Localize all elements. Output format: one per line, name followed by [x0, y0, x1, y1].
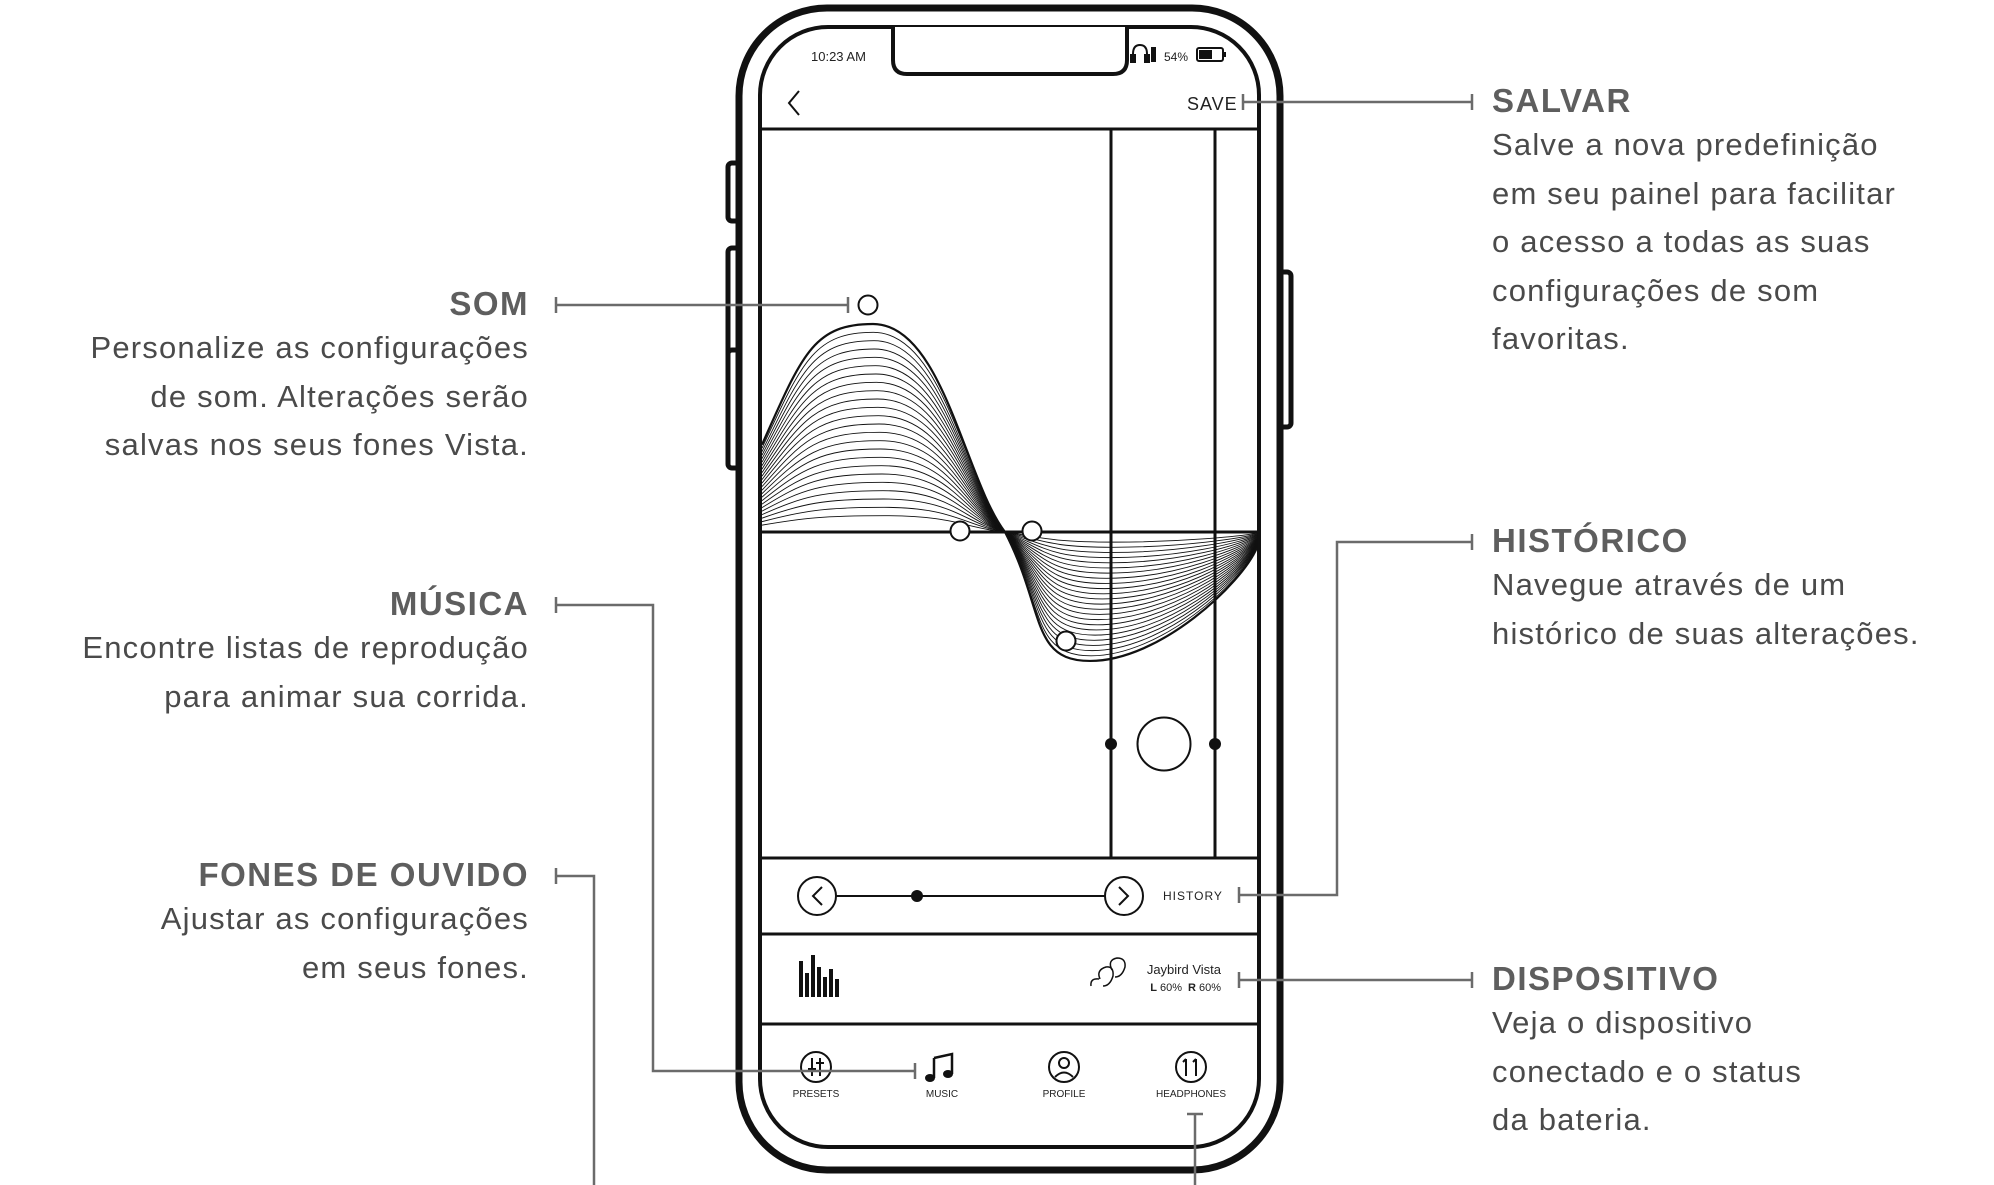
nav-label-music: MUSIC [926, 1089, 958, 1100]
status-time: 10:23 AM [811, 49, 866, 64]
callout-body: Personalize as configurações de som. Alt… [90, 330, 529, 462]
callout-body: Encontre listas de reprodução para anima… [82, 630, 529, 714]
history-back-button[interactable] [797, 876, 837, 916]
eq-handle-baseline-right[interactable] [1021, 520, 1043, 542]
callout-dispositivo: DISPOSITIVO Veja o dispositivo conectado… [1492, 959, 1802, 1145]
callout-body: Salve a nova predefinição em seu painel … [1492, 127, 1897, 356]
earbud-battery-icon [1151, 47, 1156, 62]
callout-title: DISPOSITIVO [1492, 960, 1720, 997]
history-slider-thumb[interactable] [911, 890, 923, 902]
phone-notch [891, 27, 1129, 76]
callout-title: HISTÓRICO [1492, 522, 1689, 559]
eq-handle-low[interactable] [1055, 630, 1077, 652]
save-button[interactable]: SAVE [1187, 94, 1238, 114]
callout-body: Navegue através de um histórico de suas … [1492, 567, 1920, 651]
callout-title: SOM [449, 285, 529, 322]
callout-title: SALVAR [1492, 82, 1632, 119]
callout-musica: MÚSICA Encontre listas de reprodução par… [82, 584, 529, 721]
nav-label-profile: PROFILE [1043, 1089, 1086, 1100]
annotated-app-diagram: 10:23 AM 54% SAVE HISTORY Jaybird Vista … [0, 0, 1994, 1185]
history-forward-button[interactable] [1104, 876, 1144, 916]
callout-title: MÚSICA [389, 585, 529, 622]
battery-percent: 54% [1164, 50, 1188, 64]
nav-label-presets: PRESETS [793, 1089, 840, 1100]
eq-handle-top[interactable] [857, 294, 879, 316]
range-center-knob[interactable] [1136, 716, 1192, 772]
device-name: Jaybird Vista [1147, 962, 1222, 977]
history-label: HISTORY [1163, 889, 1223, 903]
nav-label-headphones: HEADPHONES [1156, 1089, 1226, 1100]
eq-handle-baseline-left[interactable] [949, 520, 971, 542]
callout-fones-de-ouvido: FONES DE OUVIDO Ajustar as configurações… [161, 855, 529, 992]
callout-body: Ajustar as configurações em seus fones. [160, 901, 529, 985]
range-dot-left[interactable] [1105, 738, 1117, 750]
callout-som: SOM Personalize as configurações de som.… [90, 284, 529, 470]
callout-body: Veja o dispositivo conectado e o status … [1492, 1005, 1803, 1137]
callout-salvar: SALVAR Salve a nova predefinição em seu … [1492, 81, 1896, 364]
callout-title: FONES DE OUVIDO [198, 856, 529, 893]
range-dot-right[interactable] [1209, 738, 1221, 750]
callout-historico: HISTÓRICO Navegue através de um históric… [1492, 521, 1920, 658]
